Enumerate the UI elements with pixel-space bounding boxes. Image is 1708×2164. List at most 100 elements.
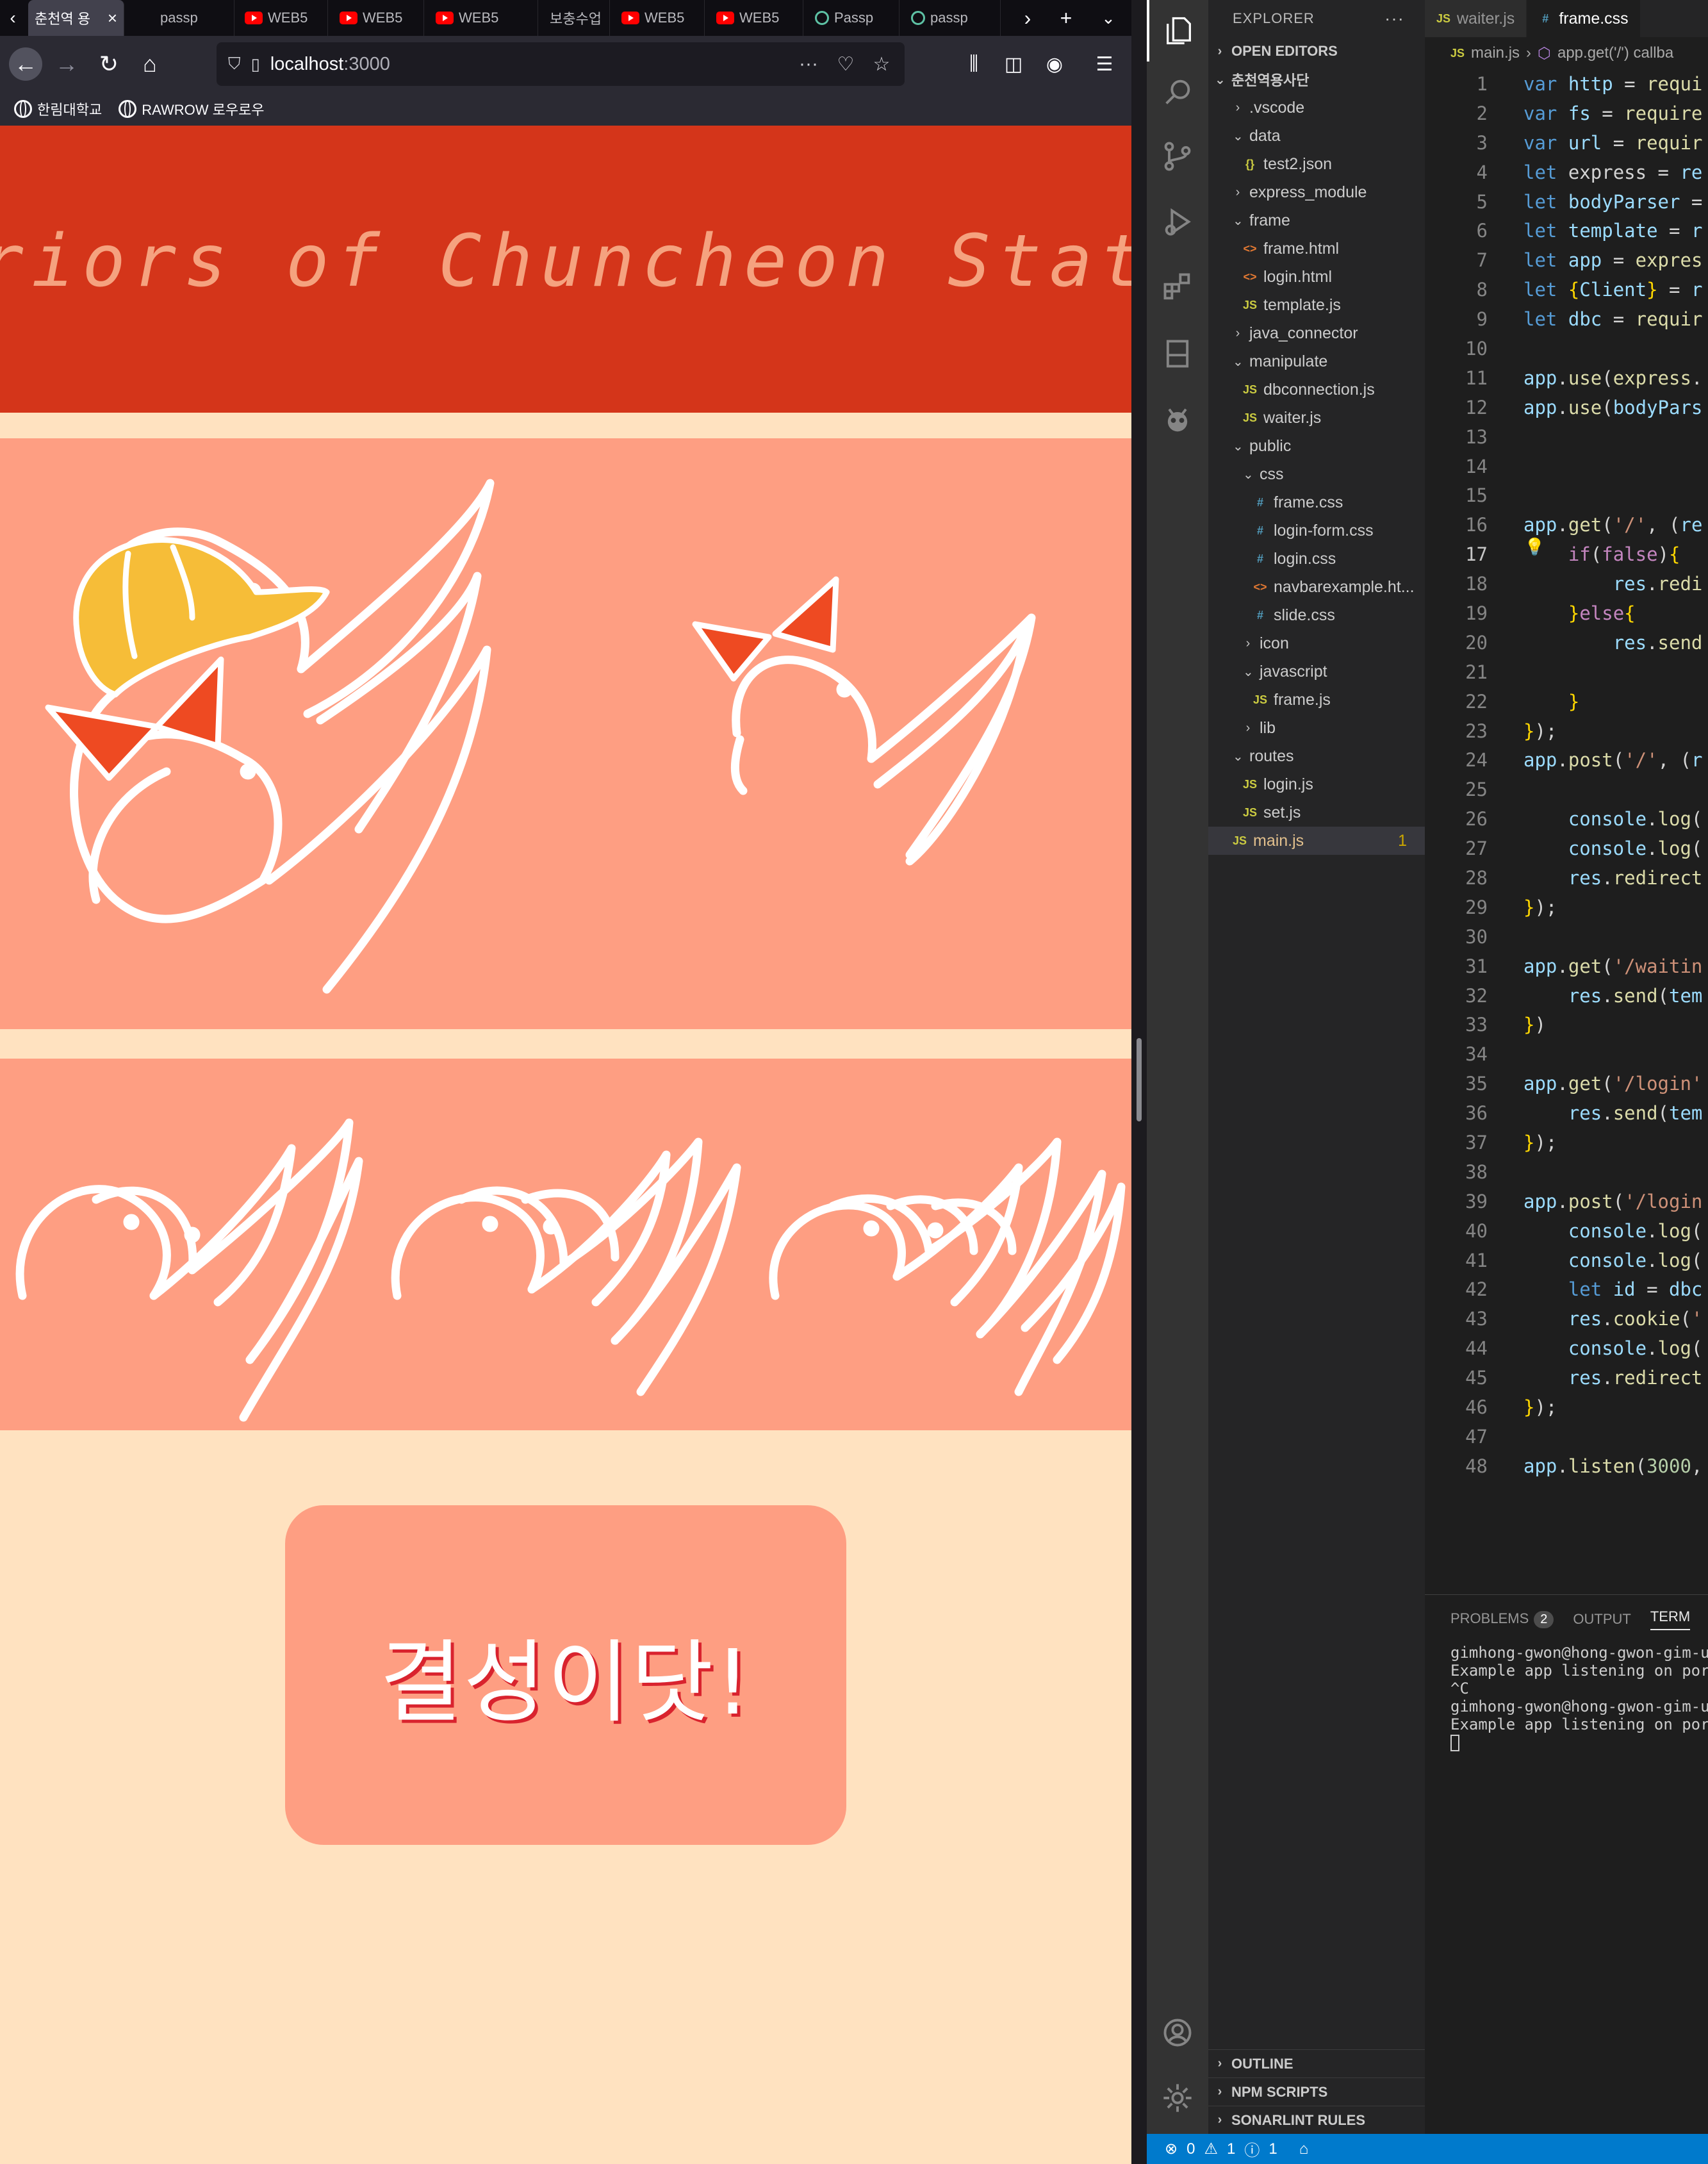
breadcrumb-symbol[interactable]: app.get('/') callba [1557, 44, 1673, 62]
remote-explorer-icon[interactable] [1147, 323, 1208, 384]
code-text[interactable]: let template = r [1488, 220, 1702, 242]
folder-item[interactable]: › lib [1208, 714, 1425, 742]
code-text[interactable]: res.cookie(' [1488, 1308, 1703, 1330]
code-text[interactable]: res.redirect [1488, 1367, 1703, 1389]
code-editor[interactable]: 1 var http = requi 2 var fs = require 3 var u… [1425, 69, 1708, 1481]
code-text[interactable]: console.log( [1488, 1220, 1703, 1242]
code-line[interactable]: 38 [1425, 1157, 1708, 1187]
file-item[interactable]: <> navbarexample.ht... [1208, 573, 1425, 601]
code-text[interactable]: }); [1488, 1132, 1557, 1153]
section-outline[interactable]: › OUTLINE [1208, 2049, 1425, 2077]
code-line[interactable]: 34 [1425, 1039, 1708, 1069]
file-item[interactable]: # frame.css [1208, 488, 1425, 516]
forward-icon[interactable]: → [50, 47, 83, 81]
info-icon[interactable]: ⓘ [1244, 2138, 1260, 2160]
code-text[interactable]: console.log( [1488, 838, 1703, 859]
code-line[interactable]: 6 let template = r [1425, 216, 1708, 245]
explorer-icon[interactable] [1147, 0, 1208, 62]
code-line[interactable]: 18 res.redi [1425, 569, 1708, 599]
code-line[interactable]: 2 var fs = require [1425, 99, 1708, 128]
more-actions-icon[interactable]: ··· [1384, 8, 1404, 29]
error-icon[interactable]: ⊗ [1165, 2140, 1178, 2158]
code-text[interactable]: }); [1488, 896, 1557, 918]
tab-list-chevron-icon[interactable]: ⌄ [1093, 3, 1124, 33]
folder-item[interactable]: ⌄ data [1208, 122, 1425, 150]
code-text[interactable]: let express = re [1488, 161, 1702, 183]
file-item[interactable]: JS template.js [1208, 291, 1425, 319]
code-line[interactable]: 39 app.post('/login [1425, 1187, 1708, 1216]
breadcrumb-file[interactable]: main.js [1471, 44, 1520, 62]
settings-gear-icon[interactable] [1147, 2067, 1208, 2129]
file-item[interactable]: JS waiter.js [1208, 404, 1425, 432]
shield-icon[interactable]: ⛉ [228, 54, 241, 74]
file-item[interactable]: # login.css [1208, 545, 1425, 573]
warning-count[interactable]: 1 [1227, 2140, 1235, 2158]
code-line[interactable]: 12 app.use(bodyPars [1425, 393, 1708, 422]
formation-button[interactable]: 결성이닷! [285, 1505, 846, 1845]
code-line[interactable]: 30 [1425, 922, 1708, 952]
browser-tab[interactable]: WEB5 [333, 0, 424, 36]
file-item[interactable]: JS set.js [1208, 798, 1425, 827]
tab-problems[interactable]: PROBLEMS 2 [1450, 1610, 1554, 1628]
code-text[interactable]: if(false){ [1488, 543, 1680, 565]
library-icon[interactable]: ⫼ [957, 47, 990, 81]
extensions-icon[interactable] [1147, 256, 1208, 318]
code-text[interactable]: }else{ [1488, 602, 1636, 624]
info-count[interactable]: 1 [1269, 2140, 1277, 2158]
code-line[interactable]: 19 }else{ [1425, 599, 1708, 628]
page-info-icon[interactable]: ▯ [251, 54, 260, 74]
file-item[interactable]: # slide.css [1208, 601, 1425, 629]
folder-item[interactable]: ⌄ public [1208, 432, 1425, 460]
code-line[interactable]: 27 console.log( [1425, 834, 1708, 863]
code-line[interactable]: 5 let bodyParser = [1425, 187, 1708, 217]
code-text[interactable]: let bodyParser = [1488, 191, 1702, 213]
code-line[interactable]: 31 app.get('/waitin [1425, 952, 1708, 981]
code-line[interactable]: 16 app.get('/', (re [1425, 510, 1708, 540]
browser-tab[interactable]: 보충수업 [543, 0, 610, 36]
code-text[interactable]: app.get('/login' [1488, 1073, 1702, 1094]
code-text[interactable]: res.send(tem [1488, 985, 1703, 1007]
close-tab-icon[interactable]: × [108, 8, 117, 28]
file-item[interactable]: <> login.html [1208, 263, 1425, 291]
code-line[interactable]: 36 res.send(tem [1425, 1098, 1708, 1128]
back-icon[interactable]: ← [9, 47, 42, 81]
code-line[interactable]: 45 res.redirect [1425, 1363, 1708, 1392]
code-text[interactable]: app.post('/login [1488, 1191, 1702, 1212]
file-item[interactable]: # login-form.css [1208, 516, 1425, 545]
code-line[interactable]: 10 [1425, 334, 1708, 363]
browser-tab[interactable]: passp [154, 0, 234, 36]
code-line[interactable]: 8 let {Client} = r [1425, 275, 1708, 304]
file-item[interactable]: JS dbconnection.js [1208, 376, 1425, 404]
folder-item[interactable]: › express_module [1208, 178, 1425, 206]
folder-item[interactable]: › java_connector [1208, 319, 1425, 347]
bookmark-rawrow[interactable]: RAWROW 로우로우 [119, 99, 265, 119]
code-line[interactable]: 9 let dbc = requir [1425, 304, 1708, 334]
home-icon[interactable]: ⌂ [133, 47, 167, 81]
browser-tab[interactable]: passp [905, 0, 1001, 36]
code-line[interactable]: 32 res.send(tem [1425, 981, 1708, 1011]
tab-output[interactable]: OUTPUT [1573, 1611, 1630, 1628]
tab-terminal[interactable]: TERM [1650, 1608, 1691, 1630]
browser-tab[interactable]: Passp [809, 0, 899, 36]
code-line[interactable]: 26 console.log( [1425, 804, 1708, 834]
code-line[interactable]: 48 app.listen(3000, [1425, 1451, 1708, 1481]
platformio-icon[interactable] [1147, 390, 1208, 451]
code-text[interactable]: app.get('/', (re [1488, 514, 1702, 536]
open-editors-section[interactable]: › OPEN EDITORS [1208, 37, 1425, 65]
accounts-icon[interactable] [1147, 2002, 1208, 2063]
file-item[interactable]: {} test2.json [1208, 150, 1425, 178]
code-text[interactable]: app.use(bodyPars [1488, 397, 1702, 418]
code-text[interactable]: }); [1488, 720, 1557, 742]
browser-tab[interactable]: WEB5 [615, 0, 705, 36]
bookmark-star-icon[interactable]: ☆ [866, 49, 897, 79]
code-line[interactable]: 46}); [1425, 1392, 1708, 1422]
code-text[interactable]: app.use(express. [1488, 367, 1702, 389]
editor-tab[interactable]: JS waiter.js [1425, 0, 1527, 37]
code-line[interactable]: 14 [1425, 452, 1708, 481]
folder-item[interactable]: ⌄ css [1208, 460, 1425, 488]
home-icon[interactable]: ⌂ [1299, 2140, 1309, 2158]
code-line[interactable]: 3 var url = requir [1425, 128, 1708, 158]
code-line[interactable]: 1 var http = requi [1425, 69, 1708, 99]
code-line[interactable]: 21 [1425, 657, 1708, 687]
code-line[interactable]: 7 let app = expres [1425, 245, 1708, 275]
